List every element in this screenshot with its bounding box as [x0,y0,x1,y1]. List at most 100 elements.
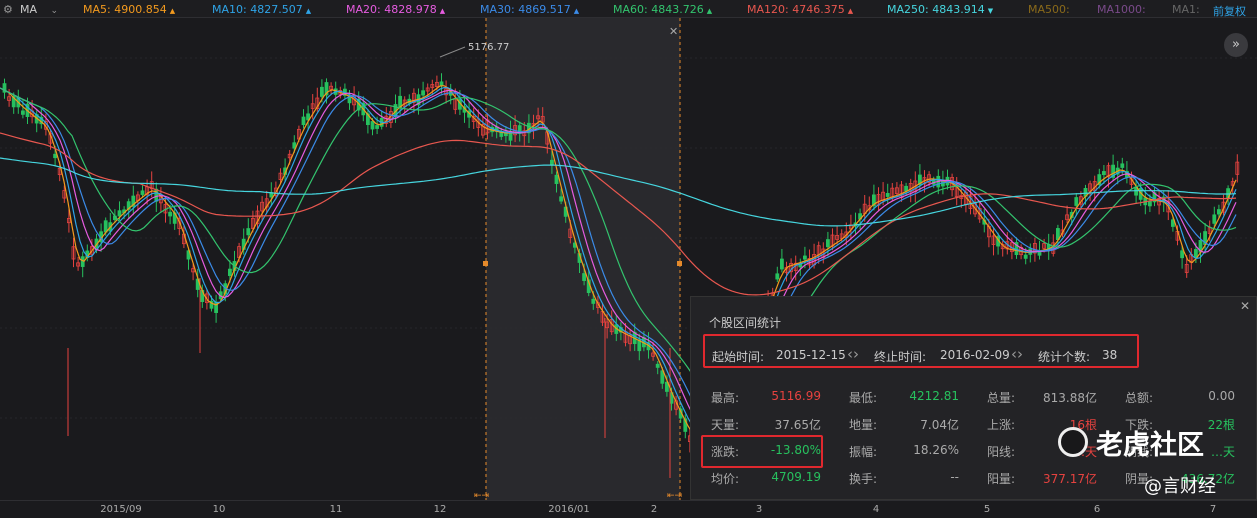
ma20-label: MA20: 4828.978 ▲ [346,3,446,16]
ma10-label: MA10: 4827.507 ▲ [212,3,312,16]
stat-label: 地量: [849,418,878,432]
x-tick-label: 5 [983,504,991,515]
end-time-value: 2016-02-09 [940,348,1010,362]
candle [439,81,444,86]
start-time-value: 2015-12-15 [776,348,846,362]
stat-value: 5116.99 [771,389,821,403]
candle [375,125,380,129]
stat-value: 4212.81 [909,389,959,403]
candle [301,116,306,126]
candle [1217,209,1221,215]
candle [370,121,375,130]
candle [168,211,173,217]
candle [655,363,660,368]
selection-close-icon: ✕ [669,25,678,38]
stat-value: 0.00 [1208,389,1235,403]
stat-label: 涨跌: [711,445,740,459]
candle [1120,163,1125,168]
candle [1148,200,1152,207]
candle [227,268,232,276]
candle [559,196,563,202]
stat-value: 813.88亿 [1043,391,1097,405]
stat-value: 7.04亿 [920,418,959,432]
indicator-selector[interactable]: MA ⌄ [20,3,58,16]
stat-label: 总量: [987,391,1016,405]
x-tick-label: 11 [329,504,343,515]
range-start-marker: ⇤⇥ [474,491,489,500]
selection-start-handle [483,261,488,266]
panel-title: 个股区间统计 [709,316,782,330]
x-axis: 2015/09 10 11 12 2016/01 2 3 4 5 6 7 [0,500,1257,518]
candle [319,86,324,97]
start-time-label: 起始时间: [712,350,765,364]
start-time-stepper-icon[interactable]: ‹› [847,345,859,363]
double-chevron-right-icon[interactable]: » [1224,33,1248,57]
stat-label: 总额: [1125,391,1154,405]
x-tick-label: 10 [212,504,226,515]
close-icon[interactable]: ✕ [1240,299,1250,313]
adjust-button[interactable]: 前复权 [1213,3,1246,19]
end-time-stepper-icon[interactable]: ‹› [1011,345,1023,363]
candle [775,273,780,280]
high-marker-line [439,46,466,58]
watermark-brand: 老虎社区 [1096,430,1204,461]
watermark-sub: @言财经 [1144,476,1216,497]
candle [140,190,145,195]
x-tick-label: 2015/09 [100,504,142,515]
candle [20,110,25,115]
stat-label: 阳线: [987,445,1016,459]
candle [582,273,586,281]
candle [885,193,890,197]
stat-label: 均价: [711,472,740,486]
count-label: 统计个数: [1038,350,1091,364]
candle [826,239,830,248]
stat-label: 天量: [711,418,740,432]
candle [53,153,57,159]
ma1000-label: MA1000: [1097,3,1146,16]
candle [499,132,504,137]
x-tick-label: 4 [872,504,880,515]
candle [554,174,559,184]
stat-value: -13.80% [770,443,821,457]
ma250-label: MA250: 4843.914 ▼ [887,3,994,16]
candle [421,90,426,96]
end-time-label: 终止时间: [874,350,927,364]
ma1-label: MA1: [1172,3,1200,16]
stat-value: -- [950,470,959,484]
stat-label: 振幅: [849,445,878,459]
high-label: 5176.77 [468,42,509,53]
x-tick-label: 7 [1209,504,1217,515]
ma120-label: MA120: 4746.375 ▲ [747,3,854,16]
candle [1212,214,1217,224]
stat-value: 37.65亿 [774,418,821,432]
stat-label: 最高: [711,391,740,405]
x-tick-label: 2016/01 [548,504,590,515]
x-tick-label: 6 [1093,504,1101,515]
range-box: 起始时间: 2015-12-15 ‹› 终止时间: 2016-02-09 ‹› … [703,334,1139,368]
candle [117,210,122,217]
stat-label: 最低: [849,391,878,405]
candle [591,298,596,304]
stat-label: 换手: [849,472,878,486]
x-tick-label: 12 [433,504,447,515]
candle [780,258,784,270]
x-tick-label: 2 [650,504,658,515]
x-tick-label: 3 [755,504,763,515]
candle [1074,197,1079,206]
candle [1102,171,1106,176]
selection-highlight [486,18,680,500]
ma30-label: MA30: 4869.517 ▲ [480,3,580,16]
stat-label: 上涨: [987,418,1016,432]
watermark: 老虎社区 @言财经 [1046,417,1257,500]
settings-icon[interactable]: ⚙ [3,3,13,16]
candle [550,159,554,165]
stat-value: 4709.19 [771,470,821,484]
tiger-logo-icon [1058,427,1088,457]
indicator-selector-label: MA [20,3,38,16]
count-value: 38 [1102,348,1118,362]
range-end-marker: ⇤⇥ [667,491,682,500]
ma5-label: MA5: 4900.854 ▲ [83,3,176,16]
candle [246,228,251,236]
stat-value: 18.26% [913,443,959,457]
stat-label: 阳量: [987,472,1016,486]
